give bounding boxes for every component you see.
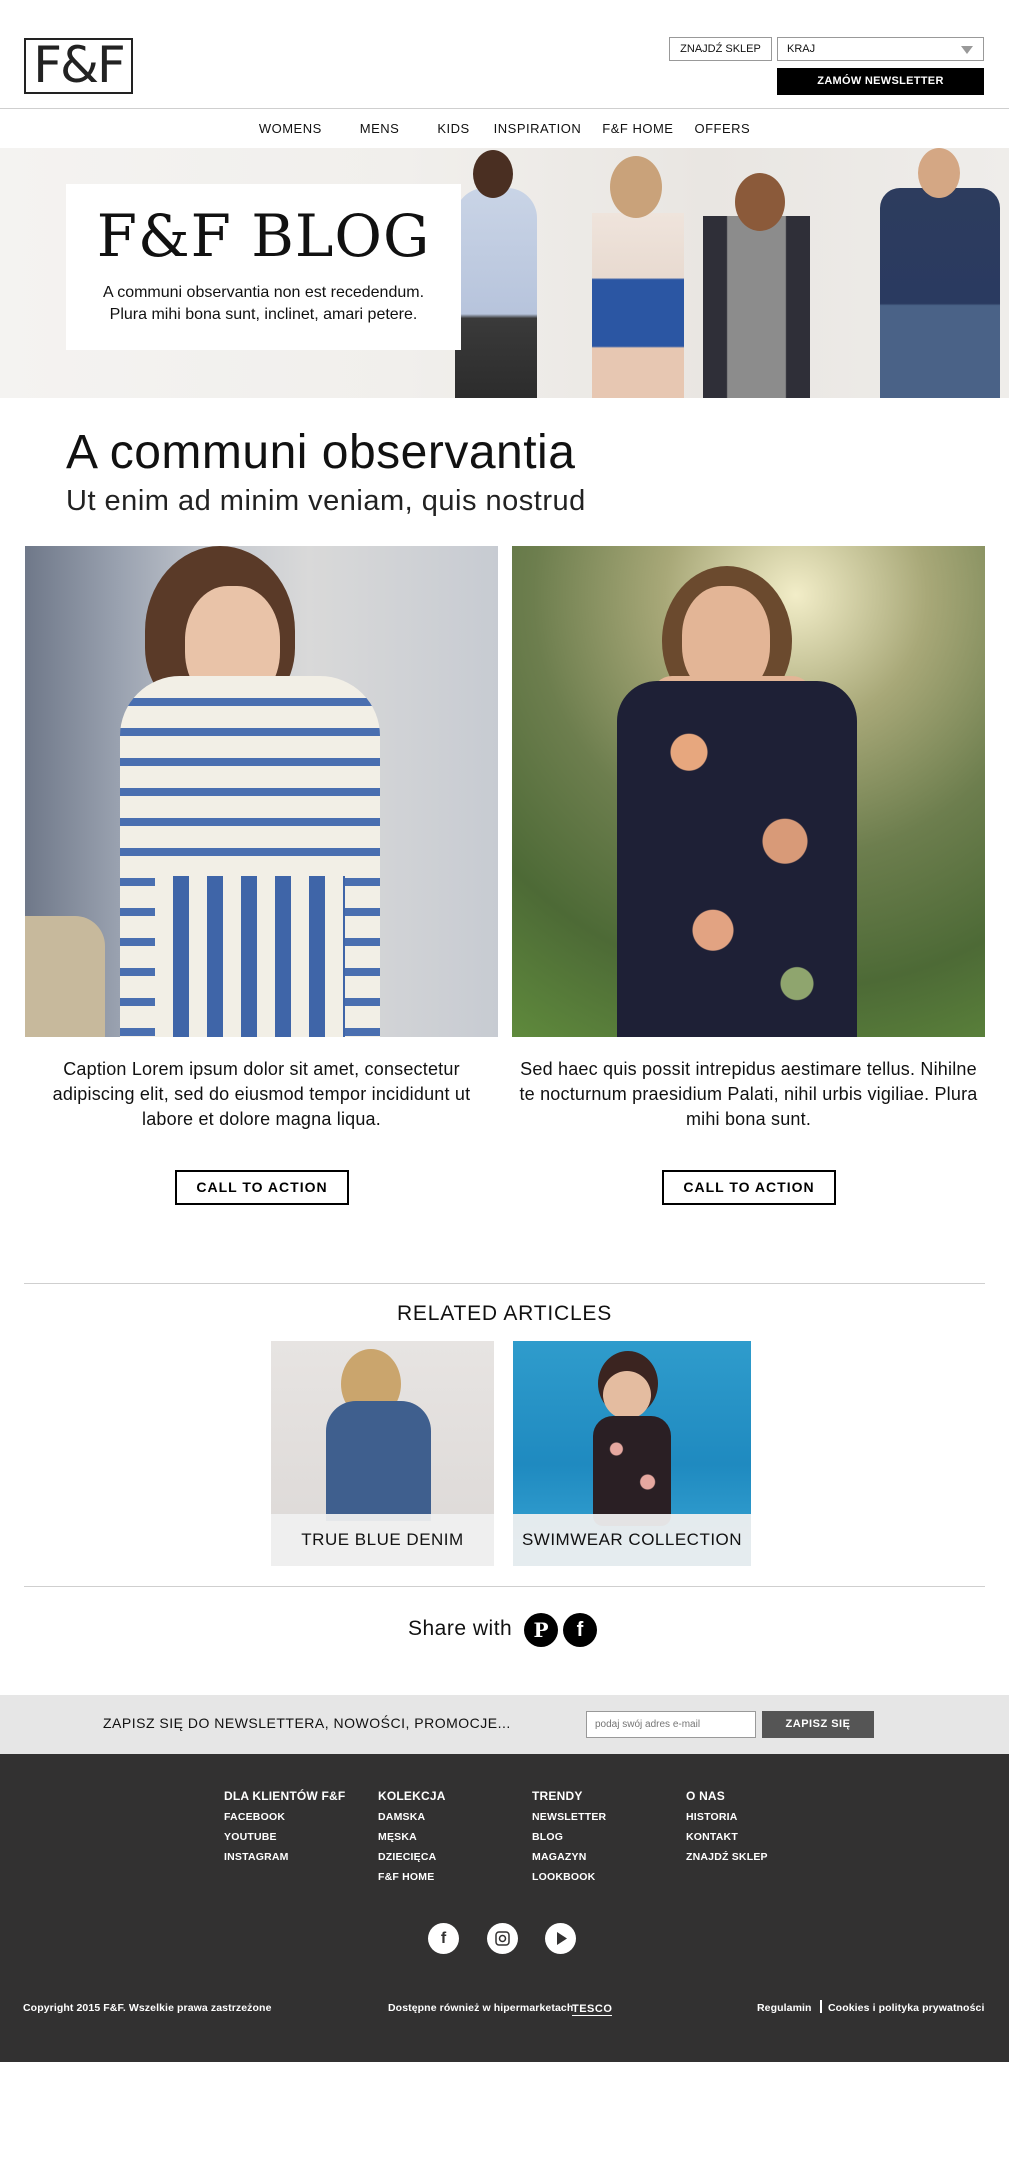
subscribe-button[interactable]: ZAPISZ SIĘ — [762, 1711, 874, 1738]
footer-col-about: O NAS HISTORIA KONTAKT ZNAJDŹ SKLEP — [686, 1786, 768, 1867]
related-articles-heading: RELATED ARTICLES — [396, 1302, 613, 1325]
footer-link-find-store[interactable]: ZNAJDŹ SKLEP — [686, 1847, 768, 1867]
footer-col-customers: DLA KLIENTÓW F&F FACEBOOK YOUTUBE INSTAG… — [224, 1786, 345, 1867]
facebook-icon[interactable]: f — [428, 1923, 459, 1954]
related-card-denim[interactable]: TRUE BLUE DENIM — [271, 1341, 494, 1566]
country-select[interactable]: KRAJ — [777, 37, 984, 61]
hero-model-3 — [703, 216, 810, 398]
related-card-swimwear-label: SWIMWEAR COLLECTION — [513, 1514, 751, 1566]
tesco-logo[interactable]: TESCO — [572, 2003, 613, 2016]
blog-hero-banner: F&F BLOG A communi observantia non est r… — [0, 148, 1009, 398]
nav-womens[interactable]: WOMENS — [259, 121, 322, 136]
footer-heading-trends: TRENDY — [532, 1789, 583, 1803]
footer-link-facebook[interactable]: FACEBOOK — [224, 1807, 345, 1827]
related-divider-top — [24, 1283, 985, 1284]
facebook-icon[interactable]: f — [563, 1613, 597, 1647]
ff-logo[interactable]: F&F — [24, 38, 133, 94]
newsletter-signup-text: ZAPISZ SIĘ DO NEWSLETTERA, NOWOŚCI, PROM… — [103, 1715, 511, 1731]
find-store-button[interactable]: ZNAJDŹ SKLEP — [669, 37, 772, 61]
order-newsletter-button[interactable]: ZAMÓW NEWSLETTER — [777, 68, 984, 95]
article-title: A communi observantia — [66, 426, 576, 479]
youtube-icon[interactable] — [545, 1923, 576, 1954]
hero-model-1-head — [473, 150, 513, 198]
article-photo-left — [25, 546, 498, 1037]
footer-heading-collection: KOLEKCJA — [378, 1789, 446, 1803]
footer-link-history[interactable]: HISTORIA — [686, 1807, 768, 1827]
hero-model-2-head — [610, 156, 662, 218]
hero-model-1 — [455, 188, 537, 398]
footer-link-contact[interactable]: KONTAKT — [686, 1827, 768, 1847]
footer-link-youtube[interactable]: YOUTUBE — [224, 1827, 345, 1847]
main-nav: WOMENS MENS KIDS INSPIRATION F&F HOME OF… — [0, 108, 1009, 148]
footer-link-newsletter[interactable]: NEWSLETTER — [532, 1807, 606, 1827]
footer-col-collection: KOLEKCJA DAMSKA MĘSKA DZIECIĘCA F&F HOME — [378, 1786, 446, 1887]
terms-link[interactable]: Regulamin — [757, 2002, 812, 2014]
share-label: Share with — [408, 1617, 513, 1640]
article-photo-right — [512, 546, 985, 1037]
footer-link-instagram[interactable]: INSTAGRAM — [224, 1847, 345, 1867]
caption-left: Caption Lorem ipsum dolor sit amet, cons… — [52, 1059, 471, 1129]
related-divider-bottom — [24, 1586, 985, 1587]
hero-line-1: A communi observantia non est recedendum… — [102, 284, 425, 301]
footer-link-magazine[interactable]: MAGAZYN — [532, 1847, 606, 1867]
hero-model-2 — [592, 213, 684, 398]
nav-kids[interactable]: KIDS — [437, 121, 469, 136]
nav-ff-home[interactable]: F&F HOME — [602, 121, 673, 136]
article-subtitle: Ut enim ad minim veniam, quis nostrud — [66, 485, 586, 517]
nav-inspiration[interactable]: INSPIRATION — [494, 121, 582, 136]
nav-offers[interactable]: OFFERS — [694, 121, 750, 136]
related-card-denim-label: TRUE BLUE DENIM — [271, 1514, 494, 1566]
copyright-text: Copyright 2015 F&F. Wszelkie prawa zastr… — [23, 2002, 272, 2014]
footer-link-blog[interactable]: BLOG — [532, 1827, 606, 1847]
footer-link-kids[interactable]: DZIECIĘCA — [378, 1847, 446, 1867]
hero-model-4-head — [918, 148, 960, 198]
caption-right: Sed haec quis possit intrepidus aestimar… — [519, 1059, 978, 1129]
hero-text-box: F&F BLOG A communi observantia non est r… — [66, 184, 461, 350]
footer-heading-customers: DLA KLIENTÓW F&F — [224, 1789, 346, 1803]
related-card-swimwear[interactable]: SWIMWEAR COLLECTION — [513, 1341, 751, 1566]
footer-link-womens[interactable]: DAMSKA — [378, 1807, 446, 1827]
footer-col-trends: TRENDY NEWSLETTER BLOG MAGAZYN LOOKBOOK — [532, 1786, 606, 1887]
footer-link-ff-home[interactable]: F&F HOME — [378, 1867, 446, 1887]
call-to-action-button-left[interactable]: CALL TO ACTION — [175, 1170, 349, 1205]
chevron-down-icon — [961, 46, 973, 54]
available-in-text: Dostępne również w hipermarketach — [388, 2002, 574, 2014]
cookies-privacy-link[interactable]: Cookies i polityka prywatności — [828, 2002, 984, 2014]
email-input[interactable] — [586, 1711, 756, 1738]
call-to-action-button-right[interactable]: CALL TO ACTION — [662, 1170, 836, 1205]
pinterest-icon[interactable]: P — [524, 1613, 558, 1647]
site-footer — [0, 1754, 1009, 2062]
country-select-value: KRAJ — [787, 43, 816, 55]
nav-mens[interactable]: MENS — [360, 121, 400, 136]
footer-heading-about: O NAS — [686, 1789, 726, 1803]
instagram-icon[interactable] — [487, 1923, 518, 1954]
footer-link-mens[interactable]: MĘSKA — [378, 1827, 446, 1847]
footer-separator — [820, 2000, 822, 2013]
footer-link-lookbook[interactable]: LOOKBOOK — [532, 1867, 606, 1887]
hero-model-3-head — [735, 173, 785, 231]
hero-line-2: Plura mihi bona sunt, inclinet, amari pe… — [109, 306, 418, 323]
blog-title: F&F BLOG — [96, 202, 431, 270]
hero-model-4 — [880, 188, 1000, 398]
